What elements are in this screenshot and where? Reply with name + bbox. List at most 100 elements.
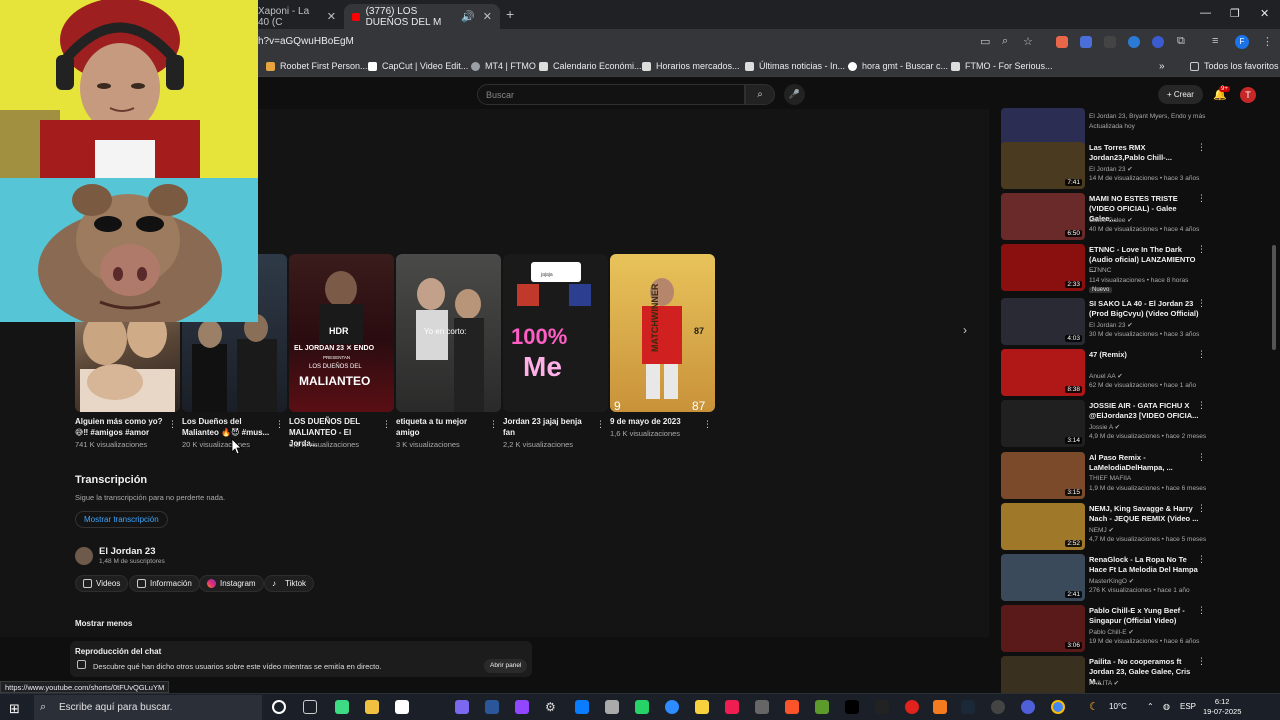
- more-options-icon[interactable]: ⋮: [168, 419, 177, 430]
- zoom-app-icon[interactable]: [665, 700, 679, 714]
- tiktok-app-icon[interactable]: [845, 700, 859, 714]
- show-transcript-button[interactable]: Mostrar transcripción: [75, 511, 168, 528]
- app-icon[interactable]: [335, 700, 349, 714]
- windows-start-icon[interactable]: ⊞: [9, 701, 20, 717]
- notepad-icon[interactable]: [395, 700, 409, 714]
- video-channel[interactable]: Pablo Chill-E ✔: [1089, 628, 1134, 636]
- new-tab-button[interactable]: +: [506, 6, 514, 22]
- app-icon[interactable]: [485, 700, 499, 714]
- more-options-icon[interactable]: ⋮: [1197, 298, 1206, 309]
- short-thumbnail[interactable]: 87 MATCHWINNER 9 87: [610, 254, 715, 412]
- short-thumbnail[interactable]: HDR EL JORDAN 23 ✕ ENDO PRESENTAN LOS DU…: [289, 254, 394, 412]
- file-explorer-icon[interactable]: [365, 700, 379, 714]
- channel-avatar[interactable]: [75, 547, 93, 565]
- video-title[interactable]: Pablo Chill-E x Yung Beef - Singapur (Of…: [1089, 606, 1199, 626]
- video-thumbnail[interactable]: 3:15: [1001, 452, 1085, 499]
- app-icon[interactable]: [991, 700, 1005, 714]
- more-options-icon[interactable]: ⋮: [1197, 244, 1206, 255]
- sidebar-video-item[interactable]: 2:33 ETNNC - Love In The Dark (Audio ofic…: [1001, 244, 1206, 293]
- video-title[interactable]: Las Torres RMX Jordan23,Pablo Chill-...: [1089, 143, 1199, 163]
- open-panel-button[interactable]: Abrir panel: [484, 659, 528, 673]
- bookmark-hora-gmt[interactable]: hora gmt - Buscar c...: [848, 61, 948, 71]
- app-icon[interactable]: [933, 700, 947, 714]
- video-thumbnail[interactable]: 3:06: [1001, 605, 1085, 652]
- cast-icon[interactable]: ▭: [980, 35, 990, 48]
- media-controls-icon[interactable]: ≡: [1212, 35, 1218, 47]
- more-options-icon[interactable]: ⋮: [1197, 400, 1206, 411]
- sidebar-video-item[interactable]: 4:03 SI SAKO LA 40 - El Jordan 23 (Prod B…: [1001, 298, 1206, 346]
- video-channel[interactable]: NEMJ ✔: [1089, 526, 1114, 534]
- twitch-icon[interactable]: [515, 700, 529, 714]
- video-channel[interactable]: Jossie A ✔: [1089, 423, 1120, 431]
- all-bookmarks-button[interactable]: Todos los favoritos: [1190, 61, 1279, 71]
- sidebar-video-item[interactable]: 2:41 RenaGlock - La Ropa No Te Hace Ft La…: [1001, 554, 1206, 602]
- more-options-icon[interactable]: ⋮: [1197, 656, 1206, 667]
- bookmark-calendario[interactable]: Calendario Económi...: [539, 61, 642, 71]
- bookmark-ftmo[interactable]: FTMO - For Serious...: [951, 61, 1053, 71]
- video-thumbnail[interactable]: 4:03: [1001, 298, 1085, 345]
- taskbar-search[interactable]: ⌕ Escribe aquí para buscar.: [34, 695, 262, 720]
- bookmark-horarios[interactable]: Horarios mercados...: [642, 61, 740, 71]
- video-thumbnail[interactable]: 6:50: [1001, 193, 1085, 240]
- tab-xaponi[interactable]: Xaponi - La 40 (C ✕: [250, 4, 344, 29]
- voice-search-button[interactable]: 🎤: [784, 84, 805, 105]
- task-view-icon[interactable]: [303, 700, 317, 714]
- search-input[interactable]: Buscar: [477, 84, 745, 105]
- clock[interactable]: 6:12 19-07-2025: [1203, 697, 1241, 717]
- search-button[interactable]: ⌕: [745, 84, 775, 105]
- video-title[interactable]: NEMJ, King Savagge & Harry Nach - JEQUE …: [1089, 504, 1199, 524]
- brave-icon[interactable]: [785, 700, 799, 714]
- more-options-icon[interactable]: ⋮: [1197, 193, 1206, 204]
- minecraft-icon[interactable]: [815, 700, 829, 714]
- minimize-button[interactable]: —: [1200, 7, 1211, 19]
- app-icon[interactable]: [755, 700, 769, 714]
- sidebar-video-item[interactable]: 3:06 Pablo Chill-E x Yung Beef - Singapur…: [1001, 605, 1206, 653]
- sidebar-video-item[interactable]: 6:50 MAMI NO ESTES TRISTE (VIDEO OFICIAL)…: [1001, 193, 1206, 241]
- short-title[interactable]: etiqueta a tu mejor amigo: [396, 416, 484, 438]
- video-channel[interactable]: Anuel AA ✔: [1089, 372, 1123, 380]
- capcut-app-icon[interactable]: [875, 700, 889, 714]
- create-button[interactable]: + Crear: [1158, 85, 1203, 104]
- video-thumbnail[interactable]: 8:38: [1001, 349, 1085, 396]
- more-options-icon[interactable]: ⋮: [1197, 452, 1206, 463]
- sidebar-video-item[interactable]: 7:41 Las Torres RMX Jordan23,Pablo Chill-…: [1001, 142, 1206, 190]
- more-options-icon[interactable]: ⋮: [382, 419, 391, 430]
- settings-gear-icon[interactable]: ⚙: [545, 700, 559, 714]
- short-title[interactable]: Los Dueños del Malianteo 🔥😈 #mus...: [182, 416, 270, 438]
- browser-profile-avatar[interactable]: F: [1235, 35, 1249, 49]
- chip-videos[interactable]: Videos: [75, 575, 129, 592]
- url-field[interactable]: h?v=aGQwuHBoEgM: [258, 36, 354, 47]
- sticky-notes-icon[interactable]: [695, 700, 709, 714]
- video-thumbnail[interactable]: 2:41: [1001, 554, 1085, 601]
- video-channel[interactable]: Galee Galee ✔: [1089, 216, 1133, 224]
- cortana-icon[interactable]: [272, 700, 286, 714]
- sidebar-video-item[interactable]: 2:52 NEMJ, King Savagge & Harry Nach - JE…: [1001, 503, 1206, 551]
- short-thumbnail[interactable]: Yo en corto:: [396, 254, 501, 412]
- bookmark-roobet[interactable]: Roobet First Person...: [266, 61, 368, 71]
- extension-icon[interactable]: [1128, 36, 1140, 48]
- translate-extension-icon[interactable]: [1080, 36, 1092, 48]
- bookmarks-more-button[interactable]: »: [1159, 61, 1165, 72]
- bookmark-capcut[interactable]: CapCut | Video Edit...: [368, 61, 468, 71]
- app-icon[interactable]: [575, 700, 589, 714]
- app-icon[interactable]: [455, 700, 469, 714]
- speaker-icon[interactable]: 🔊: [461, 10, 475, 23]
- more-options-icon[interactable]: ⋮: [596, 419, 605, 430]
- chevron-up-icon[interactable]: ⌃: [1147, 702, 1154, 711]
- extensions-puzzle-icon[interactable]: ⧉: [1177, 35, 1185, 48]
- more-options-icon[interactable]: ⋮: [1197, 554, 1206, 565]
- more-options-icon[interactable]: ⋮: [1197, 142, 1206, 153]
- sidebar-video-item[interactable]: 8:38 47 (Remix) Anuel AA ✔ 62 M de visualiz…: [1001, 349, 1206, 397]
- steam-icon[interactable]: [961, 700, 975, 714]
- bookmark-mt4[interactable]: MT4 | FTMO: [471, 61, 536, 71]
- video-channel[interactable]: MasterKingO ✔: [1089, 577, 1134, 585]
- video-title[interactable]: SI SAKO LA 40 - El Jordan 23 (Prod BigCv…: [1089, 299, 1199, 319]
- video-title[interactable]: 47 (Remix): [1089, 350, 1199, 360]
- extension-icon[interactable]: [1104, 36, 1116, 48]
- video-channel[interactable]: El Jordan 23 ✔: [1089, 321, 1133, 329]
- tab-los-duenos[interactable]: (3776) LOS DUEÑOS DEL M 🔊 ✕: [344, 4, 500, 29]
- close-window-button[interactable]: ✕: [1260, 7, 1269, 20]
- video-title[interactable]: JOSSIE AIR - GATA FICHU X @ElJordan23 [V…: [1089, 401, 1199, 421]
- youtube-account-avatar[interactable]: T: [1240, 87, 1256, 103]
- video-channel[interactable]: ETNNC: [1089, 267, 1111, 274]
